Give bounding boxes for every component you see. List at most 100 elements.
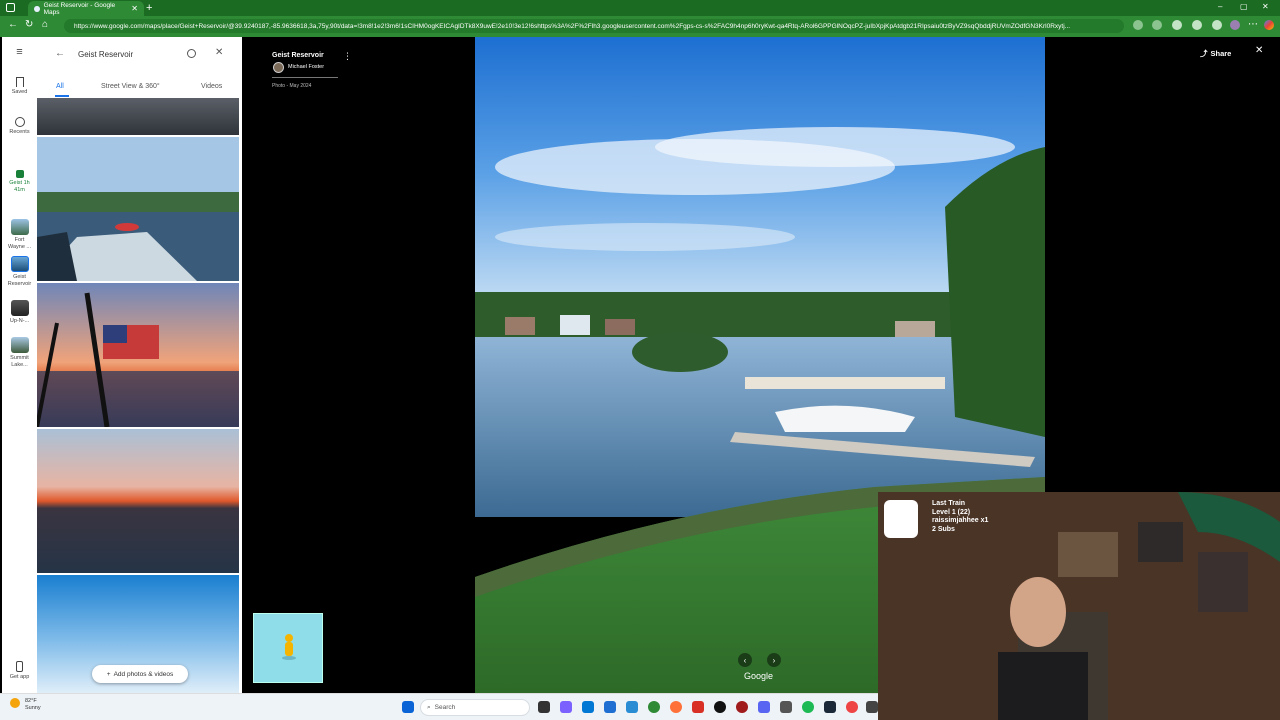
previous-photo-icon[interactable]: ‹ bbox=[738, 653, 752, 667]
tab-all[interactable]: All bbox=[56, 83, 64, 90]
author-name[interactable]: Michael Foster bbox=[288, 64, 324, 70]
flag-sunset-photo bbox=[37, 283, 239, 427]
photos-panel: ← Geist Reservoir ✕ All Street View & 36… bbox=[37, 37, 242, 693]
street-view-pegman[interactable] bbox=[253, 613, 323, 683]
weather-temp: 82°F bbox=[25, 698, 37, 704]
taskbar-app-icon[interactable] bbox=[736, 701, 748, 713]
bookmark-icon bbox=[15, 77, 24, 87]
minimize-icon[interactable]: – bbox=[1218, 2, 1222, 11]
photo-tile[interactable] bbox=[37, 137, 239, 281]
rail-geist-label: Geist 1h 41m bbox=[9, 180, 30, 193]
photo-tabs: All Street View & 360° Videos bbox=[37, 79, 242, 97]
search-icon[interactable] bbox=[187, 49, 196, 58]
tab-videos[interactable]: Videos bbox=[201, 83, 222, 90]
taskbar-app-icon[interactable] bbox=[582, 701, 594, 713]
taskbar-app-icon[interactable] bbox=[626, 701, 638, 713]
more-options-icon[interactable]: ⋮ bbox=[343, 51, 352, 62]
photo-tile[interactable] bbox=[37, 429, 239, 573]
edge-icon[interactable] bbox=[648, 701, 660, 713]
divider bbox=[272, 77, 338, 78]
rail-recent-geist[interactable]: Geist 1h 41m bbox=[2, 170, 37, 194]
browser-menu-icon[interactable]: ⋯ bbox=[1248, 19, 1258, 30]
add-icon: + bbox=[106, 670, 111, 678]
rail-recent-up-n[interactable]: Up-N-... bbox=[2, 300, 37, 325]
discord-icon[interactable] bbox=[758, 701, 770, 713]
rail-summit-lake-label: Summit Lake... bbox=[10, 355, 29, 368]
active-tab-indicator bbox=[55, 95, 69, 97]
webcam-overlay: Last Train Level 1 (22) raissimjahhee x1… bbox=[878, 492, 1280, 720]
taskbar-search-label: Search bbox=[434, 704, 456, 711]
tab-title: Geist Reservoir - Google Maps bbox=[43, 1, 116, 16]
rail-fort-wayne-label: Fort Wayne ... bbox=[7, 237, 32, 250]
search-icon: ⌕ bbox=[427, 703, 431, 711]
copilot-icon[interactable] bbox=[1264, 20, 1274, 30]
train-icon bbox=[15, 170, 24, 178]
back-arrow-icon[interactable]: ← bbox=[55, 48, 65, 59]
browser-tab[interactable]: Geist Reservoir - Google Maps ✕ bbox=[28, 1, 144, 16]
home-icon[interactable]: ⌂ bbox=[42, 19, 48, 30]
reload-icon[interactable]: ↻ bbox=[25, 19, 33, 30]
google-watermark: Google bbox=[744, 671, 774, 681]
rail-recent-summit-lake[interactable]: Summit Lake... bbox=[2, 337, 37, 369]
rail-geist-reservoir-label: Geist Reservoir bbox=[7, 274, 32, 287]
spotify-icon[interactable] bbox=[802, 701, 814, 713]
share-icon: ⤴ bbox=[1200, 49, 1208, 58]
steam-icon[interactable] bbox=[824, 701, 836, 713]
rail-recent-geist-reservoir[interactable]: Geist Reservoir bbox=[2, 256, 37, 288]
menu-icon[interactable]: ≡ bbox=[2, 47, 37, 58]
train-badge-icon bbox=[884, 500, 918, 538]
extension-icon[interactable] bbox=[1133, 20, 1143, 30]
weather-widget[interactable]: 82°F Sunny bbox=[10, 698, 41, 712]
photo-date: Photo - May 2024 bbox=[272, 83, 312, 89]
place-title[interactable]: Geist Reservoir bbox=[272, 52, 324, 59]
favorites-icon[interactable] bbox=[1212, 20, 1222, 30]
author-avatar[interactable] bbox=[273, 62, 284, 73]
taskbar-app-icon[interactable] bbox=[692, 701, 704, 713]
tab-close-icon[interactable]: ✕ bbox=[131, 4, 138, 13]
taskbar-search[interactable]: ⌕ Search bbox=[420, 699, 530, 716]
boat-wake-photo bbox=[37, 137, 239, 281]
bookmark-star-icon[interactable] bbox=[1152, 20, 1162, 30]
rail-get-app[interactable]: Get app bbox=[2, 661, 37, 681]
taskbar-app-icon[interactable] bbox=[846, 701, 858, 713]
firefox-icon[interactable] bbox=[670, 701, 682, 713]
share-label: Share bbox=[1210, 49, 1232, 58]
overlay-line: 2 Subs bbox=[932, 525, 955, 533]
close-viewer-icon[interactable]: ✕ bbox=[1255, 45, 1263, 56]
add-photos-button[interactable]: + Add photos & videos bbox=[92, 665, 188, 683]
url-field[interactable]: https://www.google.com/maps/place/Geist+… bbox=[64, 19, 1124, 33]
new-tab-icon[interactable]: + bbox=[146, 2, 152, 14]
search-input[interactable]: Geist Reservoir bbox=[78, 50, 133, 59]
overlay-stats: Last Train Level 1 (22) raissimjahhee x1… bbox=[932, 500, 988, 534]
photo-tile[interactable] bbox=[37, 283, 239, 427]
sun-icon bbox=[10, 698, 20, 708]
maximize-icon[interactable]: ▢ bbox=[1240, 2, 1248, 11]
close-search-icon[interactable]: ✕ bbox=[215, 47, 223, 58]
taskbar-app-icon[interactable] bbox=[604, 701, 616, 713]
photo-tile[interactable] bbox=[37, 98, 239, 135]
window-close-icon[interactable]: ✕ bbox=[1262, 2, 1269, 11]
next-photo-icon[interactable]: › bbox=[767, 653, 781, 667]
rail-recents-label: Recents bbox=[9, 129, 30, 135]
tab-actions-icon[interactable] bbox=[6, 3, 15, 12]
tab-street-view[interactable]: Street View & 360° bbox=[101, 83, 160, 90]
browser-titlebar bbox=[0, 0, 1280, 16]
url-text: https://www.google.com/maps/place/Geist+… bbox=[74, 22, 1071, 30]
start-icon[interactable] bbox=[402, 701, 414, 713]
task-view-icon[interactable] bbox=[538, 701, 550, 713]
profile-avatar[interactable] bbox=[1230, 20, 1240, 30]
taskbar-app-icon[interactable] bbox=[866, 701, 878, 713]
get-app-label: Get app bbox=[9, 674, 30, 680]
rail-recents[interactable]: Recents bbox=[2, 117, 37, 136]
extension-icon[interactable] bbox=[1172, 20, 1182, 30]
overlay-line: Level 1 (22) bbox=[932, 508, 971, 516]
back-icon[interactable]: ← bbox=[8, 19, 18, 30]
rail-saved[interactable]: Saved bbox=[2, 77, 37, 96]
rail-recent-fort-wayne[interactable]: Fort Wayne ... bbox=[2, 219, 37, 251]
taskbar-app-icon[interactable] bbox=[714, 701, 726, 713]
extension-icon[interactable] bbox=[1192, 20, 1202, 30]
taskbar-app-icon[interactable] bbox=[560, 701, 572, 713]
add-photos-label: Add photos & videos bbox=[113, 670, 174, 678]
share-button[interactable]: ⤴ Share bbox=[1200, 48, 1231, 59]
taskbar-app-icon[interactable] bbox=[780, 701, 792, 713]
